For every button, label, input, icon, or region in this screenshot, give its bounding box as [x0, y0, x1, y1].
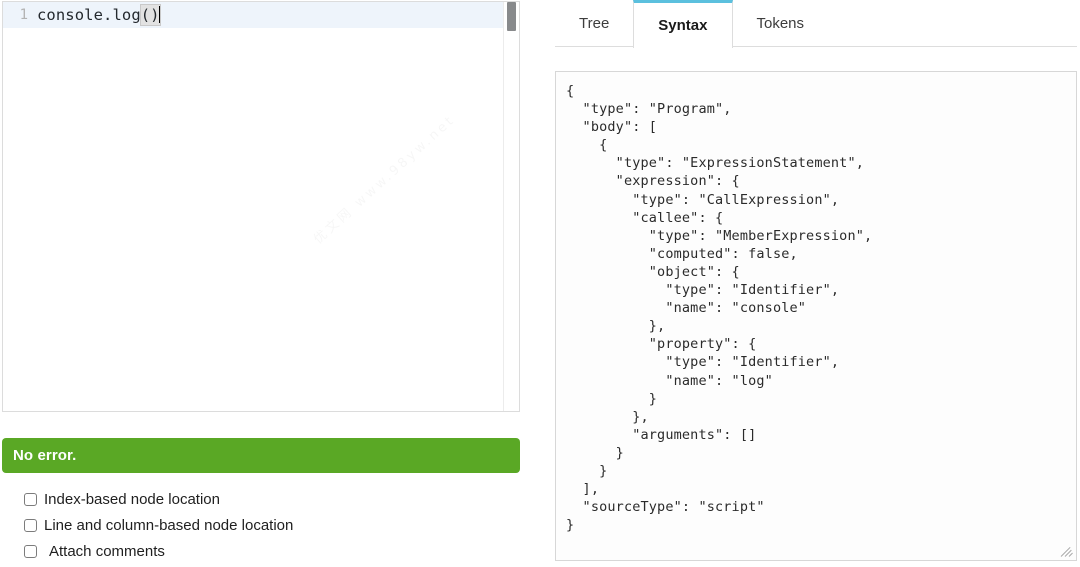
editor-empty-area[interactable] [3, 28, 519, 412]
editor-lines: 1 console.log() [3, 2, 519, 412]
status-banner: No error. [2, 438, 520, 473]
line-number: 1 [3, 2, 37, 28]
text-caret [159, 6, 160, 23]
option-attach-comments[interactable]: Attach comments [24, 539, 504, 563]
resize-handle-icon[interactable] [1061, 545, 1074, 558]
editor-scrollbar[interactable] [503, 2, 519, 411]
ast-json-output: { "type": "Program", "body": [ { "type":… [556, 72, 1076, 534]
code-text: console.log() [37, 2, 160, 28]
tab-label: Tree [579, 15, 609, 32]
tab-bar: Tree Syntax Tokens [555, 0, 1077, 47]
parser-options: Index-based node location Line and colum… [24, 487, 504, 565]
tab-label: Tokens [757, 15, 805, 32]
ast-output-panel[interactable]: { "type": "Program", "body": [ { "type":… [555, 71, 1077, 561]
code-token-call: console.log [37, 6, 141, 24]
tab-tree[interactable]: Tree [555, 0, 633, 47]
checkbox-icon[interactable] [24, 493, 37, 506]
code-editor[interactable]: 1 console.log() [2, 1, 520, 412]
right-panel: Tree Syntax Tokens { "type": "Program", … [555, 0, 1080, 567]
left-panel: 1 console.log() No error. Index-based no… [0, 0, 523, 567]
ast-explorer-app: 优文网 www.98yw.net 1 console.log() No erro… [0, 0, 1080, 567]
scrollbar-thumb[interactable] [507, 2, 516, 31]
tab-tokens[interactable]: Tokens [733, 0, 829, 47]
checkbox-icon[interactable] [24, 519, 37, 532]
option-line-and-column-based-node-location[interactable]: Line and column-based node location [24, 513, 504, 537]
tab-label: Syntax [658, 17, 707, 34]
option-label: Attach comments [49, 543, 165, 560]
option-label: Line and column-based node location [44, 517, 293, 534]
option-label: Index-based node location [44, 491, 220, 508]
option-index-based-node-location[interactable]: Index-based node location [24, 487, 504, 511]
editor-line[interactable]: 1 console.log() [3, 2, 519, 28]
checkbox-icon[interactable] [24, 545, 37, 558]
status-text: No error. [13, 447, 76, 464]
tab-syntax[interactable]: Syntax [633, 0, 732, 48]
matching-bracket: () [140, 4, 161, 26]
